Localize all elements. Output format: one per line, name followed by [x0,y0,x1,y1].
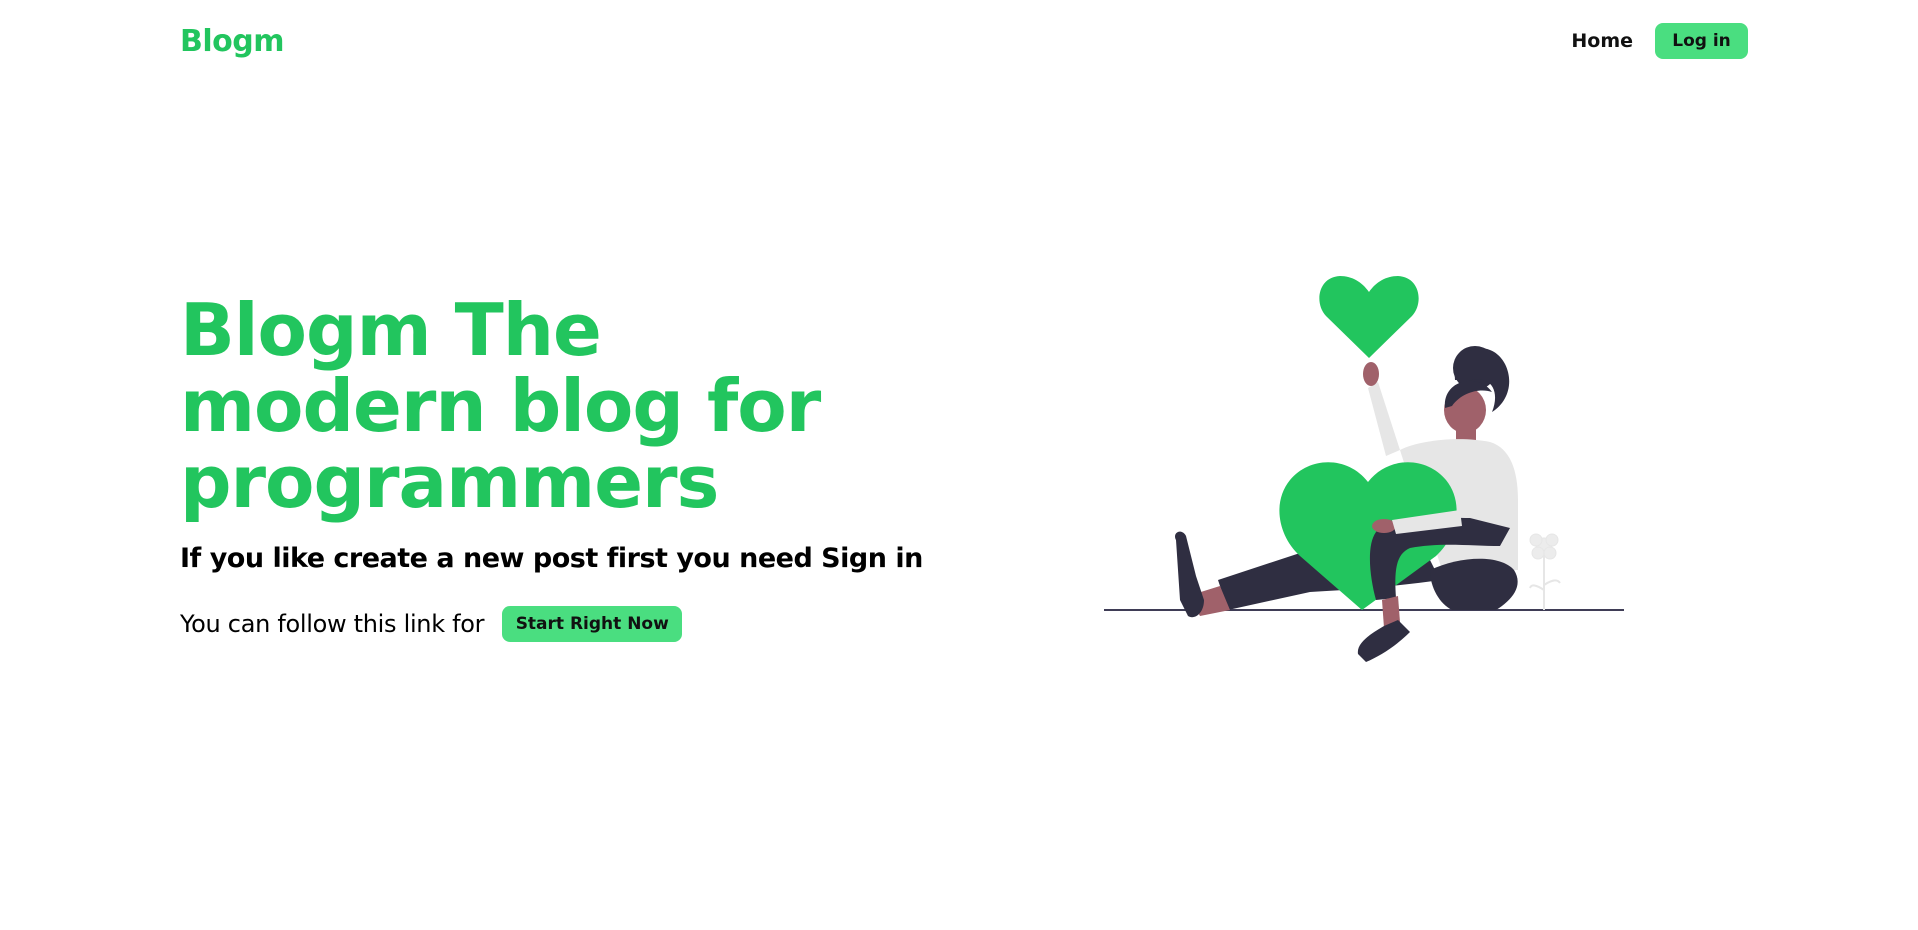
hero-subtitle: If you like create a new post first you … [180,543,923,574]
hero-section: Blogm The modern blog for programmers If… [180,292,940,642]
raised-arm [1368,382,1400,456]
nav-menu: Home Log in [1571,23,1748,59]
nav-home-link[interactable]: Home [1571,30,1633,52]
head [1444,346,1510,440]
flower-icon [1529,533,1561,610]
cta-text: You can follow this link for [180,610,485,638]
hero-title: Blogm The modern blog for programmers [180,288,821,524]
hip [1430,558,1518,610]
landing-page: Blogm Home Log in Blogm The modern blog … [0,0,1918,930]
woman-with-hearts-illustration [1100,270,1630,680]
raised-hand [1363,362,1379,386]
start-right-now-button[interactable]: Start Right Now [502,606,683,642]
brand-logo[interactable]: Blogm [180,24,285,59]
cta-row: You can follow this link for Start Right… [180,606,940,642]
navbar: Blogm Home Log in [180,22,1748,60]
small-heart-icon [1319,276,1419,358]
illustration-svg [1104,276,1624,662]
login-button[interactable]: Log in [1655,23,1748,59]
